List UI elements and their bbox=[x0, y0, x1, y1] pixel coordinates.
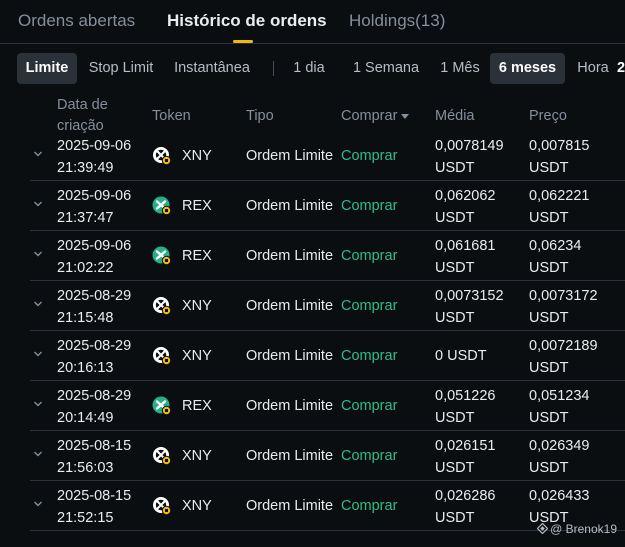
rex-token-icon bbox=[152, 396, 172, 416]
row-side: Comprar bbox=[341, 298, 398, 314]
filter-limit[interactable]: Limite bbox=[17, 53, 77, 84]
row-token: REX bbox=[182, 398, 212, 414]
row-average: 0,0073152 USDT bbox=[435, 288, 504, 326]
row-price: 0,026349 USDT bbox=[529, 438, 590, 476]
row-side: Comprar bbox=[341, 498, 398, 514]
row-date: 2025-08-15 21:52:15 bbox=[57, 488, 132, 526]
xny-token-icon bbox=[152, 446, 172, 466]
row-side: Comprar bbox=[341, 198, 398, 214]
chevron-down-icon[interactable] bbox=[33, 149, 43, 159]
active-tab-indicator bbox=[233, 40, 253, 43]
row-date: 2025-09-06 21:39:49 bbox=[57, 138, 132, 176]
period-custom-time[interactable]: Hora bbox=[571, 53, 615, 84]
table-row[interactable]: 2025-09-06 21:02:22 REX Ordem Limite Comprar… bbox=[0, 231, 625, 281]
row-token: REX bbox=[182, 198, 212, 214]
row-average: 0,026151 USDT bbox=[435, 438, 496, 476]
row-type: Ordem Limite bbox=[246, 448, 334, 464]
chevron-down-icon[interactable] bbox=[33, 499, 43, 509]
table-row[interactable]: 2025-08-29 21:15:48 XNY Ordem Limite Comprar… bbox=[0, 281, 625, 331]
row-date: 2025-08-29 20:14:49 bbox=[57, 388, 132, 426]
row-token: XNY bbox=[182, 498, 212, 514]
row-side: Comprar bbox=[341, 398, 398, 414]
xny-token-icon bbox=[152, 346, 172, 366]
row-average: 0,062062 USDT bbox=[435, 188, 496, 226]
row-divider bbox=[30, 530, 625, 531]
period-1-day[interactable]: 1 dia bbox=[288, 53, 330, 84]
table-row[interactable]: 2025-08-15 21:56:03 XNY Ordem Limite Comprar… bbox=[0, 431, 625, 481]
row-type: Ordem Limite bbox=[246, 198, 334, 214]
xny-token-icon bbox=[152, 296, 172, 316]
col-average: Média bbox=[435, 108, 475, 124]
diamond-logo-icon bbox=[537, 523, 549, 534]
filter-stop-limit[interactable]: Stop Limit bbox=[82, 53, 160, 84]
row-type: Ordem Limite bbox=[246, 348, 334, 364]
row-token: XNY bbox=[182, 448, 212, 464]
order-tabs: Ordens abertas Histórico de ordens Holdi… bbox=[0, 0, 625, 44]
row-type: Ordem Limite bbox=[246, 298, 334, 314]
row-average: 0,0078149 USDT bbox=[435, 138, 504, 176]
filter-divider bbox=[273, 61, 274, 76]
table-row[interactable]: 2025-08-29 20:14:49 REX Ordem Limite Comprar… bbox=[0, 381, 625, 431]
filter-instant[interactable]: Instantânea bbox=[167, 53, 257, 84]
row-type: Ordem Limite bbox=[246, 148, 334, 164]
row-price: 0,0073172 USDT bbox=[529, 288, 598, 326]
col-side-filter[interactable]: Comprar bbox=[341, 106, 410, 127]
row-price: 0,0072189 USDT bbox=[529, 338, 598, 376]
xny-token-icon bbox=[152, 146, 172, 166]
table-row[interactable]: 2025-09-06 21:39:49 XNY Ordem Limite Comprar… bbox=[0, 131, 625, 181]
chevron-down-icon[interactable] bbox=[33, 199, 43, 209]
period-6-months[interactable]: 6 meses bbox=[490, 53, 565, 84]
watermark: @ Brenok19 bbox=[537, 522, 617, 536]
filter-bar: Limite Stop Limit Instantânea 1 dia 1 Se… bbox=[0, 53, 625, 85]
col-token: Token bbox=[152, 108, 191, 124]
row-token: REX bbox=[182, 248, 212, 264]
caret-down-icon bbox=[401, 113, 410, 119]
row-date: 2025-09-06 21:37:47 bbox=[57, 188, 132, 226]
chevron-down-icon[interactable] bbox=[33, 399, 43, 409]
table-row[interactable]: 2025-08-15 21:52:15 XNY Ordem Limite Comprar… bbox=[0, 481, 625, 531]
col-type: Tipo bbox=[246, 108, 274, 124]
row-side: Comprar bbox=[341, 348, 398, 364]
row-type: Ordem Limite bbox=[246, 248, 334, 264]
xny-token-icon bbox=[152, 496, 172, 516]
row-date: 2025-08-29 20:16:13 bbox=[57, 338, 132, 376]
rex-token-icon bbox=[152, 246, 172, 266]
row-type: Ordem Limite bbox=[246, 498, 334, 514]
tab-open-orders[interactable]: Ordens abertas bbox=[18, 11, 135, 31]
row-price: 0,007815 USDT bbox=[529, 138, 590, 176]
row-side: Comprar bbox=[341, 248, 398, 264]
chevron-down-icon[interactable] bbox=[33, 299, 43, 309]
period-1-month[interactable]: 1 Mês bbox=[434, 53, 486, 84]
tab-holdings[interactable]: Holdings(13) bbox=[349, 11, 445, 31]
row-side: Comprar bbox=[341, 148, 398, 164]
rex-token-icon bbox=[152, 196, 172, 216]
period-overflow[interactable]: 2 bbox=[617, 53, 625, 84]
row-price: 0,062221 USDT bbox=[529, 188, 590, 226]
row-token: XNY bbox=[182, 148, 212, 164]
row-side: Comprar bbox=[341, 448, 398, 464]
row-average: 0,026286 USDT bbox=[435, 488, 496, 526]
table-row[interactable]: 2025-08-29 20:16:13 XNY Ordem Limite Comprar… bbox=[0, 331, 625, 381]
chevron-down-icon[interactable] bbox=[33, 249, 43, 259]
row-date: 2025-08-29 21:15:48 bbox=[57, 288, 132, 326]
col-side-label: Comprar bbox=[341, 108, 398, 124]
row-token: XNY bbox=[182, 348, 212, 364]
tab-order-history[interactable]: Histórico de ordens bbox=[167, 11, 327, 31]
col-price: Preço bbox=[529, 108, 567, 124]
table-row[interactable]: 2025-09-06 21:37:47 REX Ordem Limite Comprar… bbox=[0, 181, 625, 231]
row-token: XNY bbox=[182, 298, 212, 314]
row-average: 0,061681 USDT bbox=[435, 238, 496, 276]
row-average: 0 USDT bbox=[435, 348, 487, 364]
row-date: 2025-08-15 21:56:03 bbox=[57, 438, 132, 476]
col-date-line1: Data de bbox=[57, 97, 108, 113]
period-1-week[interactable]: 1 Semana bbox=[347, 53, 425, 84]
chevron-down-icon[interactable] bbox=[33, 349, 43, 359]
row-price: 0,06234 USDT bbox=[529, 238, 582, 276]
row-type: Ordem Limite bbox=[246, 398, 334, 414]
watermark-text: @ Brenok19 bbox=[550, 522, 617, 536]
row-average: 0,051226 USDT bbox=[435, 388, 496, 426]
row-date: 2025-09-06 21:02:22 bbox=[57, 238, 132, 276]
chevron-down-icon[interactable] bbox=[33, 449, 43, 459]
row-price: 0,051234 USDT bbox=[529, 388, 590, 426]
